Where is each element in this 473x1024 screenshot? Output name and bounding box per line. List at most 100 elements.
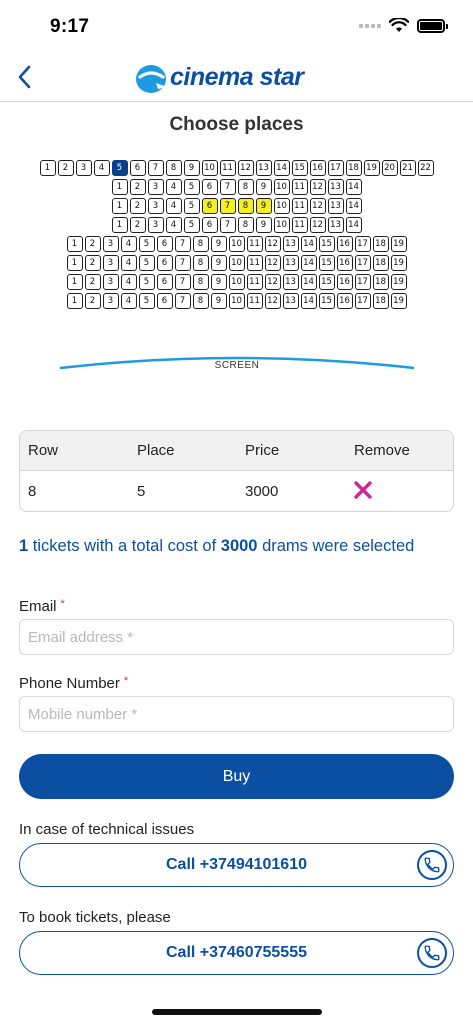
seat-button[interactable]: 7 bbox=[147, 160, 164, 176]
remove-ticket-button[interactable] bbox=[354, 481, 372, 502]
seat-button[interactable]: 5 bbox=[183, 179, 200, 195]
seat-button[interactable]: 7 bbox=[219, 179, 236, 195]
seat-button[interactable]: 8 bbox=[237, 179, 254, 195]
seat-button[interactable]: 16 bbox=[309, 160, 326, 176]
seat-button[interactable]: 18 bbox=[372, 293, 389, 309]
seat-button[interactable]: 10 bbox=[228, 255, 245, 271]
seat-button[interactable]: 8 bbox=[192, 255, 209, 271]
seat-button[interactable]: 10 bbox=[228, 236, 245, 252]
seat-button[interactable]: 11 bbox=[291, 198, 308, 214]
seat-button[interactable]: 13 bbox=[327, 198, 344, 214]
seat-button[interactable]: 6 bbox=[156, 255, 173, 271]
seat-button[interactable]: 12 bbox=[264, 293, 281, 309]
seat-button[interactable]: 14 bbox=[300, 293, 317, 309]
seat-button[interactable]: 9 bbox=[210, 274, 227, 290]
seat-button[interactable]: 6 bbox=[129, 160, 146, 176]
seat-button[interactable]: 15 bbox=[318, 293, 335, 309]
seat-button[interactable]: 9 bbox=[210, 293, 227, 309]
seat-button[interactable]: 20 bbox=[381, 160, 398, 176]
seat-button[interactable]: 10 bbox=[228, 274, 245, 290]
call-tech-support-button[interactable]: Call +37494101610 bbox=[19, 843, 454, 887]
seat-button[interactable]: 17 bbox=[354, 236, 371, 252]
seat-button[interactable]: 19 bbox=[390, 293, 407, 309]
seat-button[interactable]: 1 bbox=[111, 179, 128, 195]
email-field[interactable] bbox=[19, 619, 454, 655]
seat-button[interactable]: 12 bbox=[309, 179, 326, 195]
seat-button[interactable]: 2 bbox=[129, 198, 146, 214]
seat-button[interactable]: 8 bbox=[237, 217, 254, 233]
seat-button[interactable]: 5 bbox=[138, 274, 155, 290]
call-booking-button[interactable]: Call +37460755555 bbox=[19, 931, 454, 975]
seat-button[interactable]: 19 bbox=[390, 236, 407, 252]
seat-button[interactable]: 10 bbox=[228, 293, 245, 309]
seat-button[interactable]: 8 bbox=[165, 160, 182, 176]
seat-button[interactable]: 3 bbox=[147, 198, 164, 214]
seat-button[interactable]: 6 bbox=[156, 274, 173, 290]
seat-button[interactable]: 12 bbox=[264, 255, 281, 271]
seat-button[interactable]: 3 bbox=[102, 236, 119, 252]
seat-button[interactable]: 13 bbox=[282, 293, 299, 309]
seat-button[interactable]: 5 bbox=[111, 160, 128, 176]
seat-button[interactable]: 6 bbox=[201, 217, 218, 233]
seat-button[interactable]: 3 bbox=[102, 255, 119, 271]
seat-button[interactable]: 14 bbox=[300, 255, 317, 271]
seat-button[interactable]: 4 bbox=[120, 236, 137, 252]
seat-button[interactable]: 22 bbox=[417, 160, 434, 176]
seat-button[interactable]: 15 bbox=[318, 236, 335, 252]
seat-button[interactable]: 13 bbox=[282, 255, 299, 271]
seat-button[interactable]: 11 bbox=[291, 217, 308, 233]
seat-button[interactable]: 10 bbox=[273, 179, 290, 195]
seat-button[interactable]: 5 bbox=[138, 255, 155, 271]
seat-button[interactable]: 8 bbox=[237, 198, 254, 214]
seat-button[interactable]: 3 bbox=[147, 179, 164, 195]
seat-button[interactable]: 11 bbox=[219, 160, 236, 176]
seat-button[interactable]: 4 bbox=[165, 179, 182, 195]
seat-button[interactable]: 15 bbox=[291, 160, 308, 176]
seat-button[interactable]: 9 bbox=[255, 217, 272, 233]
seat-button[interactable]: 12 bbox=[264, 274, 281, 290]
seat-button[interactable]: 15 bbox=[318, 274, 335, 290]
seat-button[interactable]: 13 bbox=[282, 274, 299, 290]
seat-button[interactable]: 14 bbox=[345, 179, 362, 195]
seat-button[interactable]: 9 bbox=[255, 198, 272, 214]
seat-button[interactable]: 10 bbox=[201, 160, 218, 176]
seat-button[interactable]: 13 bbox=[327, 217, 344, 233]
seat-button[interactable]: 3 bbox=[102, 293, 119, 309]
seat-button[interactable]: 17 bbox=[354, 255, 371, 271]
seat-button[interactable]: 11 bbox=[246, 274, 263, 290]
seat-button[interactable]: 2 bbox=[84, 274, 101, 290]
seat-button[interactable]: 18 bbox=[372, 255, 389, 271]
seat-button[interactable]: 2 bbox=[84, 293, 101, 309]
seat-button[interactable]: 3 bbox=[147, 217, 164, 233]
seat-button[interactable]: 11 bbox=[246, 255, 263, 271]
seat-button[interactable]: 5 bbox=[183, 198, 200, 214]
seat-button[interactable]: 4 bbox=[120, 293, 137, 309]
seat-button[interactable]: 16 bbox=[336, 255, 353, 271]
seat-button[interactable]: 5 bbox=[138, 293, 155, 309]
seat-button[interactable]: 6 bbox=[156, 293, 173, 309]
seat-button[interactable]: 13 bbox=[327, 179, 344, 195]
seat-button[interactable]: 1 bbox=[66, 236, 83, 252]
seat-button[interactable]: 7 bbox=[219, 198, 236, 214]
back-button[interactable] bbox=[10, 62, 38, 92]
seat-button[interactable]: 4 bbox=[93, 160, 110, 176]
seat-button[interactable]: 18 bbox=[372, 236, 389, 252]
seat-button[interactable]: 8 bbox=[192, 293, 209, 309]
seat-button[interactable]: 11 bbox=[246, 236, 263, 252]
seat-button[interactable]: 14 bbox=[300, 236, 317, 252]
seat-button[interactable]: 17 bbox=[354, 274, 371, 290]
phone-field[interactable] bbox=[19, 696, 454, 732]
seat-button[interactable]: 3 bbox=[102, 274, 119, 290]
seat-button[interactable]: 3 bbox=[75, 160, 92, 176]
seat-button[interactable]: 7 bbox=[219, 217, 236, 233]
seat-button[interactable]: 19 bbox=[363, 160, 380, 176]
seat-button[interactable]: 2 bbox=[84, 236, 101, 252]
seat-button[interactable]: 19 bbox=[390, 274, 407, 290]
seat-button[interactable]: 19 bbox=[390, 255, 407, 271]
seat-button[interactable]: 4 bbox=[120, 255, 137, 271]
seat-button[interactable]: 12 bbox=[237, 160, 254, 176]
seat-button[interactable]: 9 bbox=[183, 160, 200, 176]
seat-button[interactable]: 7 bbox=[174, 293, 191, 309]
seat-button[interactable]: 12 bbox=[309, 198, 326, 214]
seat-button[interactable]: 15 bbox=[318, 255, 335, 271]
